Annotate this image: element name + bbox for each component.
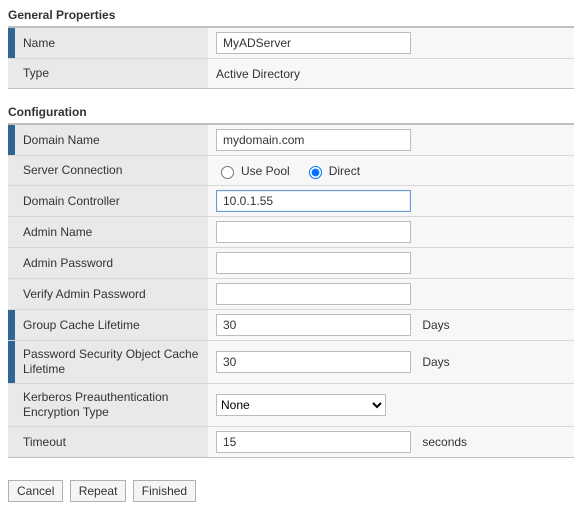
group-cache-lifetime-unit: Days <box>422 318 449 332</box>
server-connection-direct-radio[interactable] <box>309 166 322 179</box>
configuration-table: Domain Name Server Connection Use Pool D… <box>8 124 574 458</box>
kerberos-preauth-encryption-type-select[interactable]: None <box>216 394 386 416</box>
timeout-input[interactable] <box>216 431 411 453</box>
general-properties-table: Name Type Active Directory <box>8 27 574 89</box>
label-group-cache-lifetime: Group Cache Lifetime <box>8 310 208 340</box>
label-domain-controller: Domain Controller <box>8 186 208 216</box>
label-kerberos-preauth-encryption-type: Kerberos Preauthentication Encryption Ty… <box>8 384 208 426</box>
label-admin-name: Admin Name <box>8 217 208 247</box>
finished-button[interactable]: Finished <box>133 480 196 502</box>
label-domain-name: Domain Name <box>8 125 208 155</box>
name-input[interactable] <box>216 32 411 54</box>
type-value: Active Directory <box>216 67 300 81</box>
password-security-object-cache-lifetime-unit: Days <box>422 355 449 369</box>
repeat-button[interactable]: Repeat <box>70 480 127 502</box>
section-title-configuration: Configuration <box>8 103 574 124</box>
timeout-unit: seconds <box>422 435 467 449</box>
label-timeout: Timeout <box>8 427 208 457</box>
label-password-security-object-cache-lifetime: Password Security Object Cache Lifetime <box>8 341 208 383</box>
password-security-object-cache-lifetime-input[interactable] <box>216 351 411 373</box>
domain-name-input[interactable] <box>216 129 411 151</box>
admin-name-input[interactable] <box>216 221 411 243</box>
verify-admin-password-input[interactable] <box>216 283 411 305</box>
admin-password-input[interactable] <box>216 252 411 274</box>
label-verify-admin-password: Verify Admin Password <box>8 279 208 309</box>
label-server-connection: Server Connection <box>8 156 208 185</box>
server-connection-direct-label[interactable]: Direct <box>329 164 360 178</box>
label-name: Name <box>8 28 208 58</box>
label-admin-password: Admin Password <box>8 248 208 278</box>
domain-controller-input[interactable] <box>216 190 411 212</box>
cancel-button[interactable]: Cancel <box>8 480 63 502</box>
button-row: Cancel Repeat Finished <box>8 472 574 502</box>
group-cache-lifetime-input[interactable] <box>216 314 411 336</box>
server-connection-use-pool-label[interactable]: Use Pool <box>241 164 290 178</box>
label-type: Type <box>8 59 208 88</box>
section-title-general: General Properties <box>8 6 574 27</box>
server-connection-use-pool-radio[interactable] <box>221 166 234 179</box>
